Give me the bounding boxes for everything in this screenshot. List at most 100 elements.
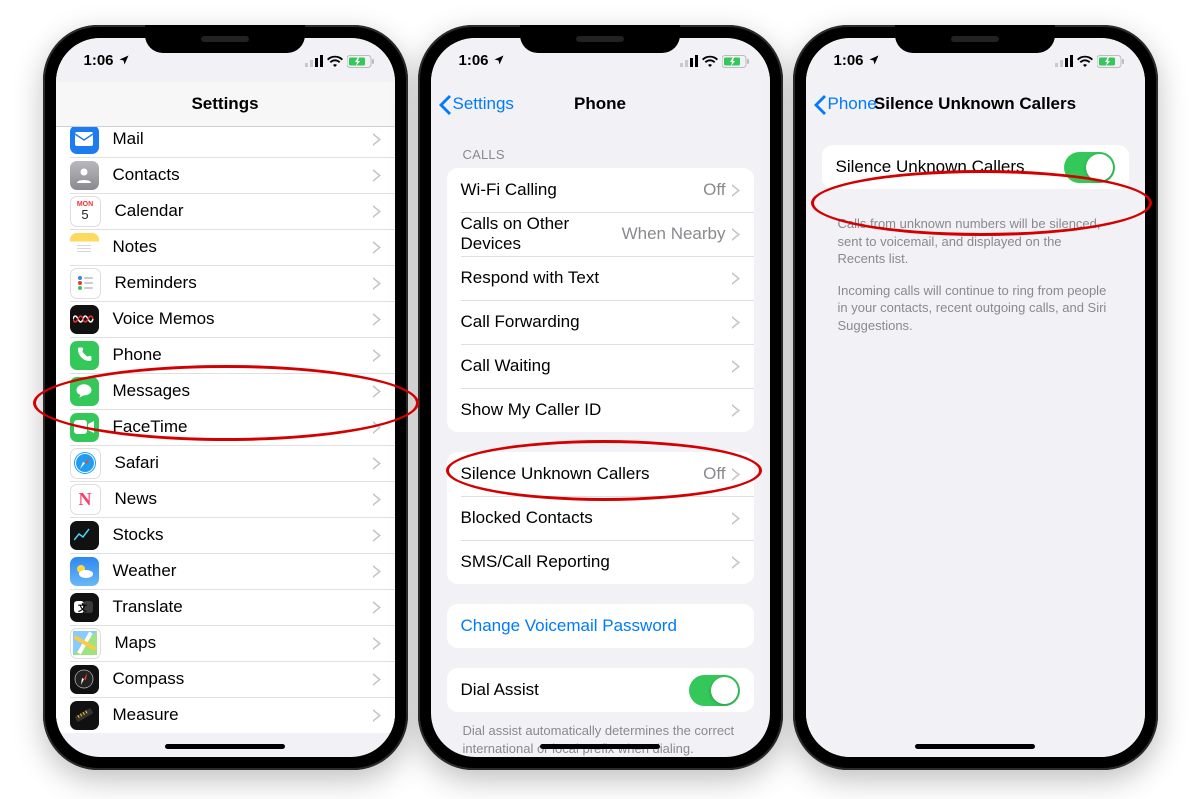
settings-row-contacts[interactable]: Contacts [56,157,395,193]
measure-icon [70,701,99,730]
row-label: Measure [113,705,373,725]
silence-unknown-callers-toggle[interactable] [1064,152,1115,183]
row-label: Wi-Fi Calling [461,180,704,200]
chevron-right-icon [373,205,381,218]
row-sms-call-reporting[interactable]: SMS/Call Reporting [447,540,754,584]
nav-bar: Settings Phone [431,82,770,127]
dial-assist-toggle[interactable] [689,675,740,706]
location-icon [118,54,130,66]
settings-row-stocks[interactable]: Stocks [56,517,395,553]
row-detail: Off [703,464,725,484]
mail-icon [70,127,99,154]
row-call-waiting[interactable]: Call Waiting [447,344,754,388]
news-icon: N [70,484,101,515]
safari-icon [70,448,101,479]
settings-list[interactable]: Mail ContactsMON5CalendarNotesRemindersVo… [56,127,395,757]
reminders-icon [70,268,101,299]
phone-2: 1:06 Settings Phone [418,25,783,770]
voice-memos-icon [70,305,99,334]
row-label: Safari [115,453,373,473]
phone-icon [70,341,99,370]
dial-assist-footnote: Dial assist automatically determines the… [431,716,770,757]
chevron-right-icon [732,512,740,525]
phone-settings-list[interactable]: CALLS Wi-Fi CallingOffCalls on Other Dev… [431,127,770,757]
nav-bar: Settings [56,82,395,127]
dial-assist-row[interactable]: Dial Assist [447,668,754,712]
settings-row-reminders[interactable]: Reminders [56,265,395,301]
row-show-my-caller-id[interactable]: Show My Caller ID [447,388,754,432]
settings-row-compass[interactable]: Compass [56,661,395,697]
chevron-right-icon [373,277,381,290]
chevron-right-icon [373,133,381,146]
row-respond-with-text[interactable]: Respond with Text [447,256,754,300]
chevron-right-icon [373,169,381,182]
home-indicator[interactable] [540,744,660,749]
stocks-icon [70,521,99,550]
settings-row-news[interactable]: N News [56,481,395,517]
chevron-right-icon [373,241,381,254]
row-label: Mail [113,129,373,149]
settings-row-calendar[interactable]: MON5Calendar [56,193,395,229]
chevron-right-icon [732,272,740,285]
chevron-right-icon [373,421,381,434]
cellular-icon [305,55,323,67]
silence-unknown-callers-row[interactable]: Silence Unknown Callers [822,145,1129,189]
row-wi-fi-calling[interactable]: Wi-Fi CallingOff [447,168,754,212]
chevron-right-icon [732,184,740,197]
home-indicator[interactable] [165,744,285,749]
messages-icon [70,377,99,406]
settings-row-notes[interactable]: Notes [56,229,395,265]
settings-row-phone[interactable]: Phone [56,337,395,373]
chevron-right-icon [732,316,740,329]
row-label: FaceTime [113,417,373,437]
battery-icon [347,55,375,68]
row-label: Call Waiting [461,356,732,376]
settings-row-voice-memos[interactable]: Voice Memos [56,301,395,337]
weather-icon [70,557,99,586]
wifi-icon [702,55,718,67]
row-label: Compass [113,669,373,689]
svg-text:文: 文 [77,602,88,613]
silence-note-2: Incoming calls will continue to ring fro… [806,268,1145,335]
settings-row-weather[interactable]: Weather [56,553,395,589]
back-button[interactable]: Phone [814,82,877,126]
chevron-right-icon [373,709,381,722]
home-indicator[interactable] [915,744,1035,749]
settings-row-facetime[interactable]: FaceTime [56,409,395,445]
chevron-right-icon [373,673,381,686]
battery-icon [1097,55,1125,68]
row-label: News [115,489,373,509]
chevron-right-icon [373,385,381,398]
row-label: Silence Unknown Callers [461,464,704,484]
settings-row-measure[interactable]: Measure [56,697,395,733]
location-icon [493,54,505,66]
nav-bar: Phone Silence Unknown Callers [806,82,1145,127]
row-label: Stocks [113,525,373,545]
change-voicemail-password-button[interactable]: Change Voicemail Password [447,604,754,648]
row-label: Respond with Text [461,268,732,288]
settings-row-messages[interactable]: Messages [56,373,395,409]
settings-row-maps[interactable]: Maps [56,625,395,661]
notes-icon [70,233,99,262]
row-blocked-contacts[interactable]: Blocked Contacts [447,496,754,540]
chevron-right-icon [732,468,740,481]
row-calls-on-other-devices[interactable]: Calls on Other DevicesWhen Nearby [447,212,754,256]
chevron-right-icon [373,349,381,362]
row-silence-unknown-callers[interactable]: Silence Unknown CallersOff [447,452,754,496]
row-label: SMS/Call Reporting [461,552,732,572]
row-label: Weather [113,561,373,581]
chevron-right-icon [373,457,381,470]
row-label: Phone [113,345,373,365]
chevron-right-icon [732,404,740,417]
status-time: 1:06 [84,52,114,69]
status-time: 1:06 [834,52,864,69]
silence-settings[interactable]: Silence Unknown Callers Calls from unkno… [806,127,1145,757]
back-button[interactable]: Settings [439,82,514,126]
chevron-right-icon [732,360,740,373]
row-label: Maps [115,633,373,653]
status-time: 1:06 [459,52,489,69]
row-call-forwarding[interactable]: Call Forwarding [447,300,754,344]
settings-row-translate[interactable]: 文Translate [56,589,395,625]
settings-row-mail[interactable]: Mail [56,127,395,157]
settings-row-safari[interactable]: Safari [56,445,395,481]
